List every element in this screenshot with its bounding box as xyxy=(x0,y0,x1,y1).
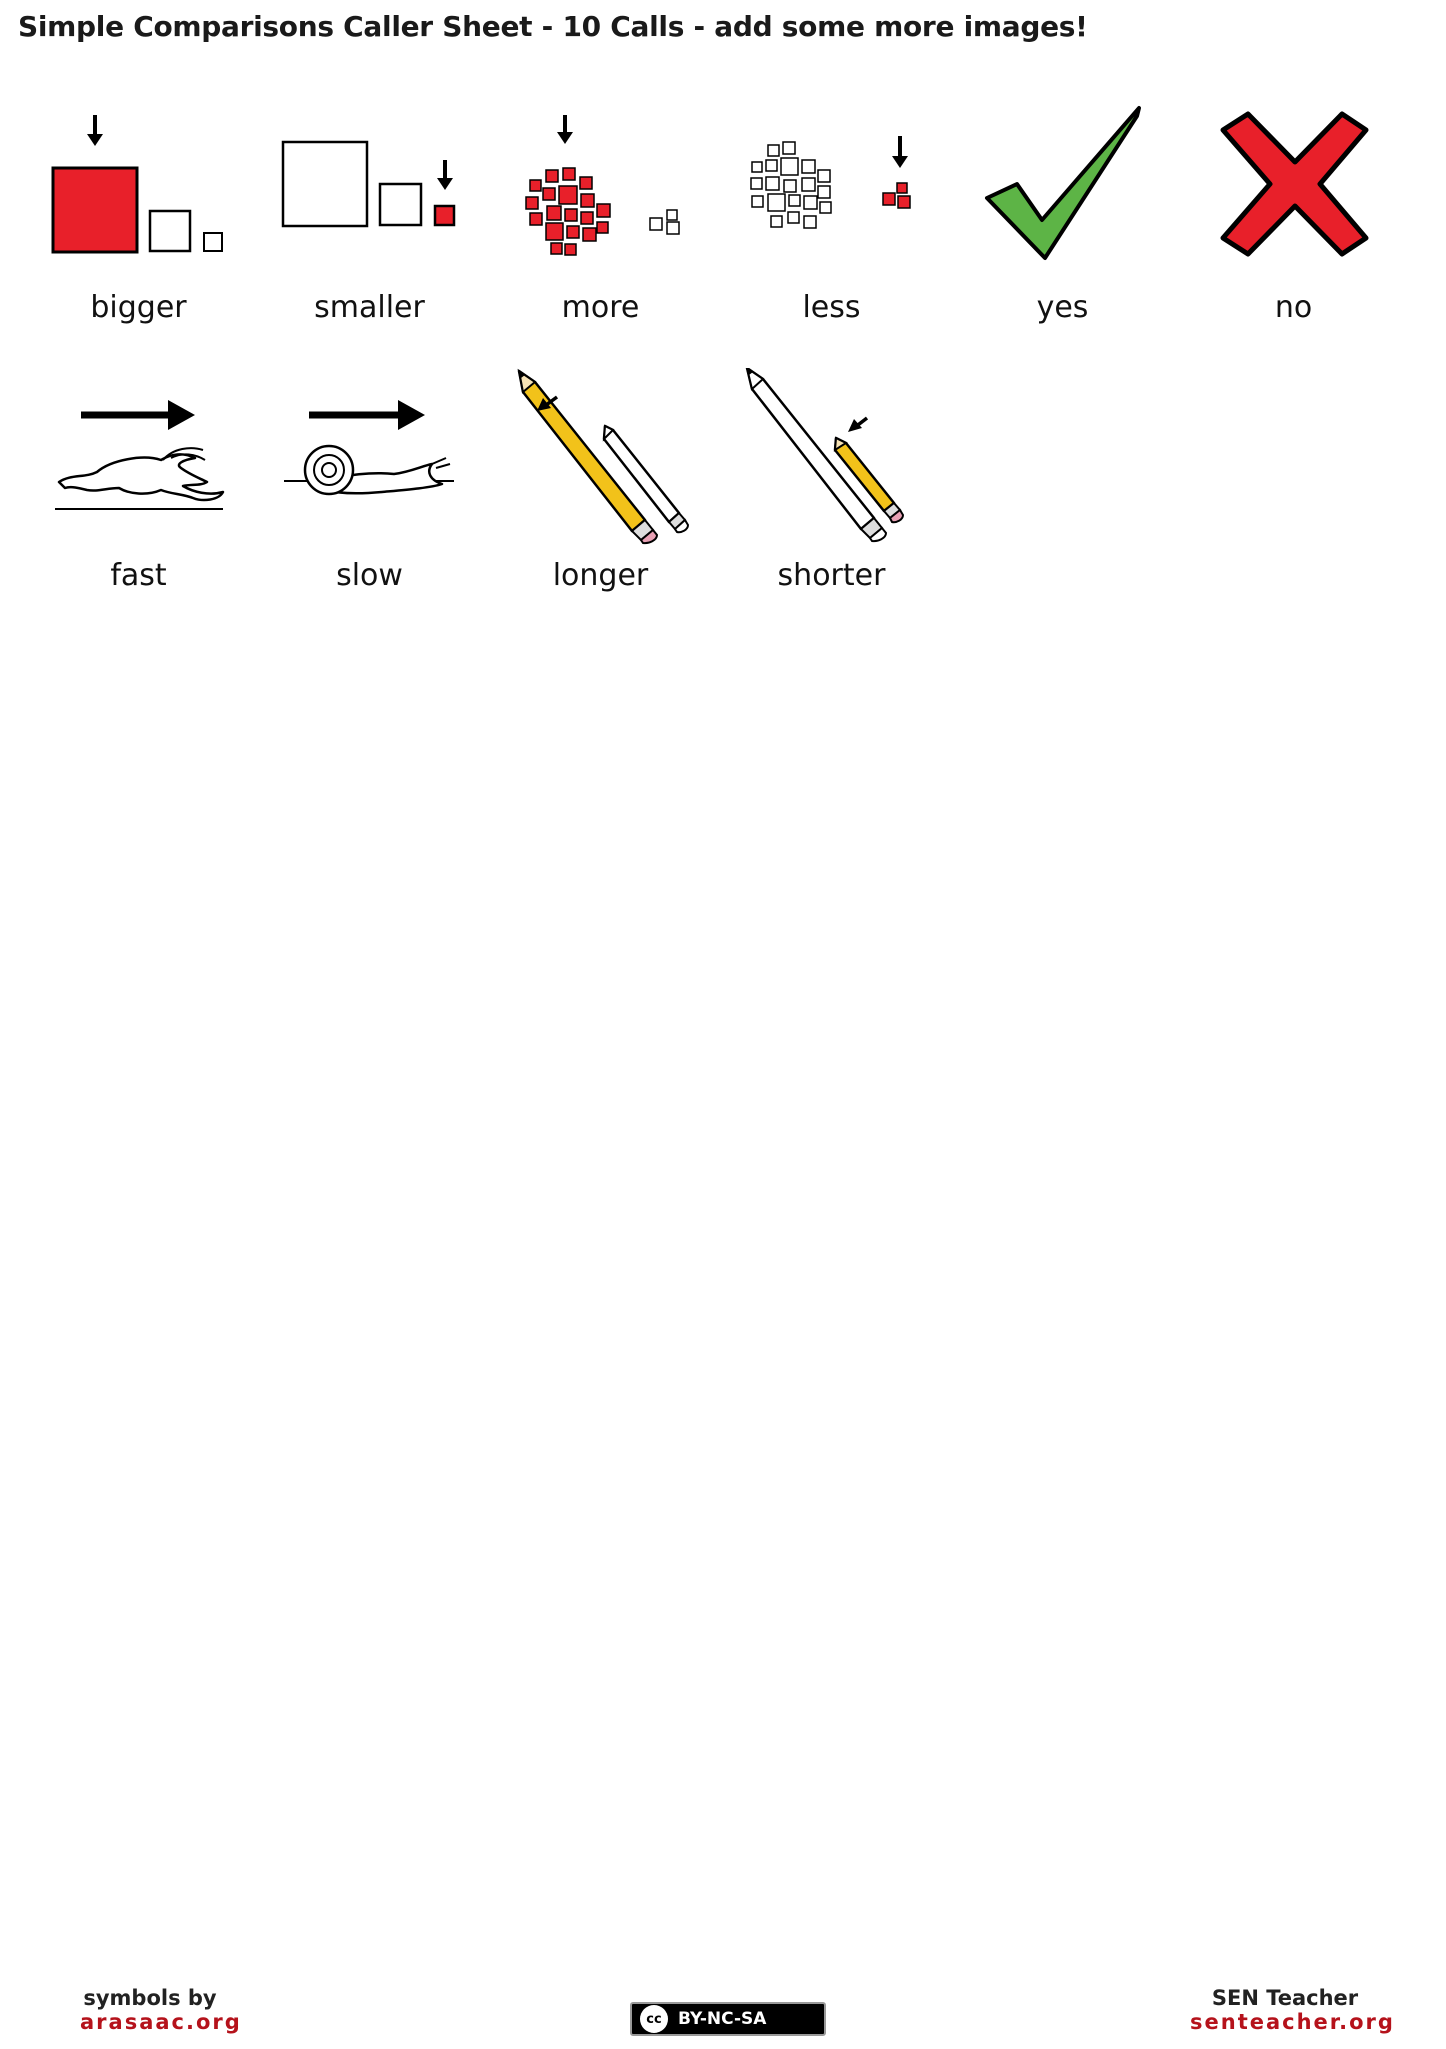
license-text: BY-NC-SA xyxy=(678,2009,767,2029)
snail-icon xyxy=(284,400,454,496)
card-label: longer xyxy=(552,558,649,593)
card-label: more xyxy=(561,290,640,325)
card-label: fast xyxy=(110,558,167,593)
card-label: smaller xyxy=(314,290,425,325)
card-less: less xyxy=(716,100,947,340)
green-check-icon xyxy=(985,106,1141,260)
less-dots-icon xyxy=(750,136,911,229)
card-shorter: shorter xyxy=(716,368,947,608)
card-fast: fast xyxy=(23,368,254,608)
card-longer: longer xyxy=(485,368,716,608)
credit-text: SEN Teacher xyxy=(1211,1986,1359,2010)
page-title: Simple Comparisons Caller Sheet - 10 Cal… xyxy=(18,10,1088,43)
card-no: no xyxy=(1178,100,1409,340)
card-bigger: bigger xyxy=(23,100,254,340)
license-badge[interactable]: cc BY-NC-SA xyxy=(630,2002,826,2036)
card-more: more xyxy=(485,100,716,340)
card-slow: slow xyxy=(254,368,485,608)
more-dots-icon xyxy=(525,115,680,256)
long-pencil-icon xyxy=(517,368,690,545)
credit-text: symbols by xyxy=(83,1986,217,2010)
card-smaller: smaller xyxy=(254,100,485,340)
card-label: yes xyxy=(1036,290,1089,325)
card-label: no xyxy=(1274,290,1313,325)
arasaac-link[interactable]: arasaac.org xyxy=(80,2010,240,2034)
card-label: shorter xyxy=(777,558,886,593)
card-label: less xyxy=(802,290,861,325)
card-label: slow xyxy=(336,558,403,593)
cc-icon: cc xyxy=(640,2005,668,2033)
card-yes: yes xyxy=(947,100,1178,340)
footer-credit-right: SEN Teacher senteacher.org xyxy=(1190,1986,1393,2034)
short-pencil-icon xyxy=(745,368,905,543)
running-hare-icon xyxy=(55,400,225,510)
smaller-squares-icon xyxy=(281,140,456,228)
bigger-squares-icon xyxy=(51,115,223,254)
card-label: bigger xyxy=(90,290,187,325)
senteacher-link[interactable]: senteacher.org xyxy=(1190,2010,1393,2034)
footer-credit-left: symbols by arasaac.org xyxy=(80,1986,240,2034)
red-x-icon xyxy=(1220,111,1369,257)
